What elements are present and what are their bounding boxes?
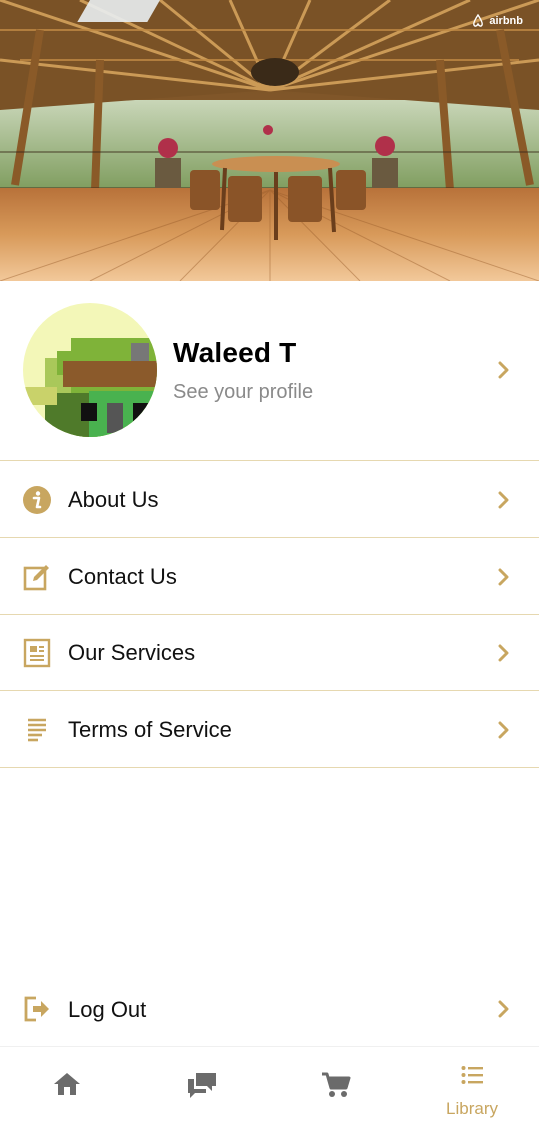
bamboo-pavilion-image bbox=[0, 0, 539, 281]
profile-name: Waleed T bbox=[173, 337, 297, 368]
chevron-right-icon bbox=[497, 491, 511, 509]
nav-label-library: Library bbox=[446, 1099, 498, 1118]
edit-icon bbox=[22, 562, 52, 592]
info-icon bbox=[22, 485, 52, 515]
menu-item-terms-of-service[interactable]: Terms of Service bbox=[0, 691, 539, 768]
chevron-right-icon bbox=[497, 721, 511, 739]
airbnb-wordmark: airbnb bbox=[489, 15, 523, 27]
nav-home[interactable] bbox=[0, 1047, 134, 1126]
menu-label: Log Out bbox=[68, 997, 147, 1022]
document-icon bbox=[22, 638, 52, 668]
profile-row[interactable]: Waleed T See your profile bbox=[0, 281, 539, 461]
bottom-nav: Library bbox=[0, 1046, 539, 1126]
list-icon bbox=[461, 1066, 483, 1084]
menu-item-about-us[interactable]: About Us bbox=[0, 461, 539, 538]
chevron-right-icon bbox=[497, 1000, 511, 1018]
menu-label: Our Services bbox=[68, 640, 196, 665]
logout-icon bbox=[22, 994, 52, 1024]
cart-icon bbox=[322, 1072, 351, 1097]
menu-item-our-services[interactable]: Our Services bbox=[0, 614, 539, 691]
airbnb-icon bbox=[473, 14, 484, 27]
avatar-pixel-art bbox=[23, 303, 157, 437]
chat-icon bbox=[188, 1073, 216, 1098]
menu-label: Contact Us bbox=[68, 564, 177, 589]
avatar bbox=[23, 303, 157, 437]
menu-label: About Us bbox=[68, 487, 159, 512]
chevron-right-icon bbox=[497, 568, 511, 586]
menu-item-log-out[interactable]: Log Out bbox=[0, 970, 539, 1046]
menu-label: Terms of Service bbox=[68, 717, 232, 742]
nav-messages[interactable] bbox=[134, 1047, 268, 1126]
chevron-right-icon bbox=[497, 644, 511, 662]
home-icon bbox=[54, 1073, 80, 1095]
hero-image: airbnb bbox=[0, 0, 539, 281]
see-profile-link[interactable]: See your profile bbox=[173, 381, 313, 404]
menu-item-contact-us[interactable]: Contact Us bbox=[0, 538, 539, 615]
chevron-right-icon bbox=[497, 361, 511, 379]
airbnb-logo: airbnb bbox=[471, 14, 523, 28]
nav-cart[interactable] bbox=[268, 1047, 402, 1126]
nav-library[interactable]: Library bbox=[405, 1047, 539, 1126]
text-lines-icon bbox=[22, 715, 52, 745]
